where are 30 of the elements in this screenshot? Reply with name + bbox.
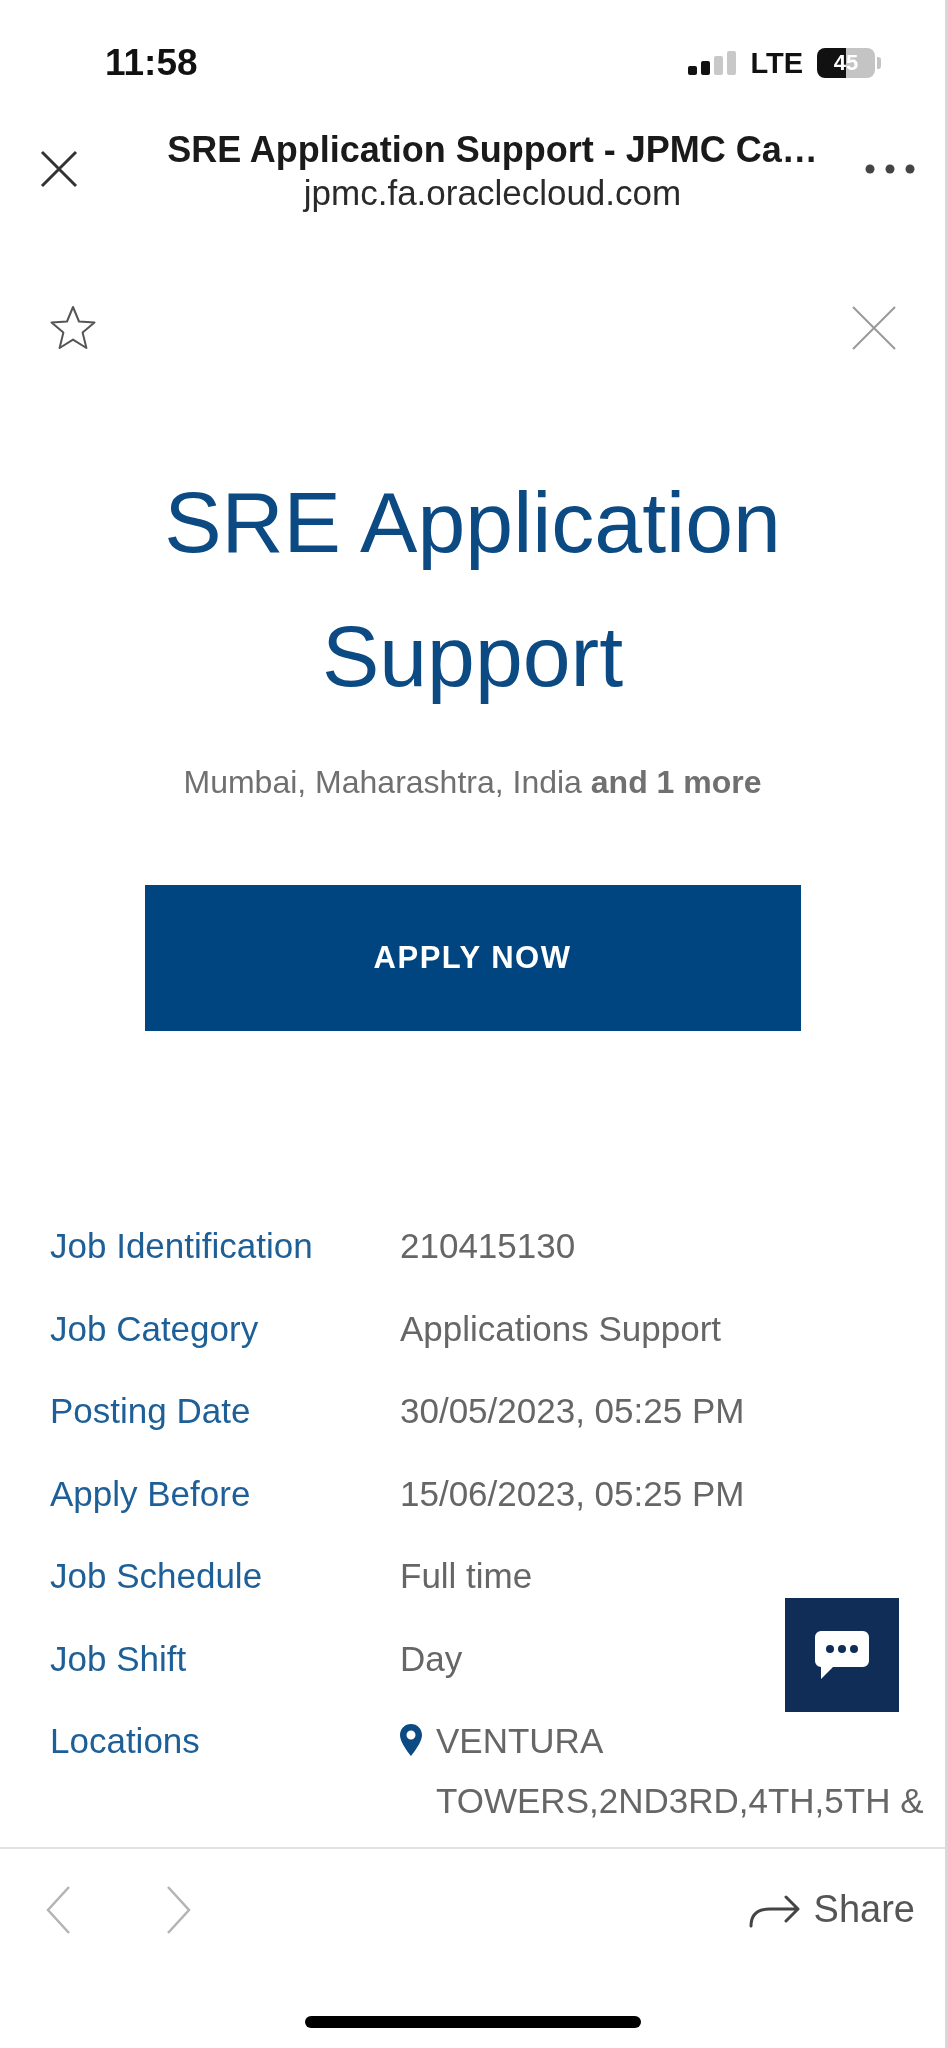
detail-value: 30/05/2023, 05:25 PM <box>400 1390 745 1432</box>
chat-button[interactable] <box>785 1598 899 1712</box>
detail-value: Full time <box>400 1555 533 1597</box>
detail-value: 210415130 <box>400 1225 576 1267</box>
detail-value: VENTURA TOWERS,2ND3RD,4TH,5TH & <box>436 1720 925 1822</box>
detail-label: Job Identification <box>50 1225 313 1267</box>
close-icon[interactable] <box>40 150 78 188</box>
chat-bubble-icon <box>815 1631 869 1679</box>
job-title: SRE Application Support <box>163 473 782 706</box>
detail-label: Locations <box>50 1720 200 1762</box>
detail-value: 15/06/2023, 05:25 PM <box>400 1472 745 1515</box>
detail-value: Day <box>400 1637 463 1680</box>
apply-now-button[interactable]: APPLY NOW <box>144 885 801 1031</box>
detail-value: Applications Support <box>400 1307 722 1350</box>
page-url: jpmc.fa.oraclecloud.com <box>303 172 682 214</box>
battery-indicator: 45 <box>817 48 881 78</box>
detail-label: Apply Before <box>50 1472 251 1515</box>
status-time: 11:58 <box>105 41 198 85</box>
map-pin-icon <box>400 1724 422 1756</box>
more-icon[interactable] <box>865 164 915 174</box>
signal-icon <box>688 51 737 75</box>
page-title: SRE Application Support - JPMC Ca… <box>167 128 818 172</box>
share-button[interactable]: Share <box>747 1888 915 1931</box>
detail-label: Posting Date <box>50 1390 251 1432</box>
star-icon[interactable] <box>50 305 96 351</box>
job-location: Mumbai, Maharashtra, India and 1 more <box>183 763 762 802</box>
detail-label: Job Schedule <box>50 1555 263 1597</box>
detail-label: Job Shift <box>50 1637 187 1680</box>
network-type: LTE <box>750 46 803 80</box>
detail-label: Job Category <box>50 1307 259 1350</box>
